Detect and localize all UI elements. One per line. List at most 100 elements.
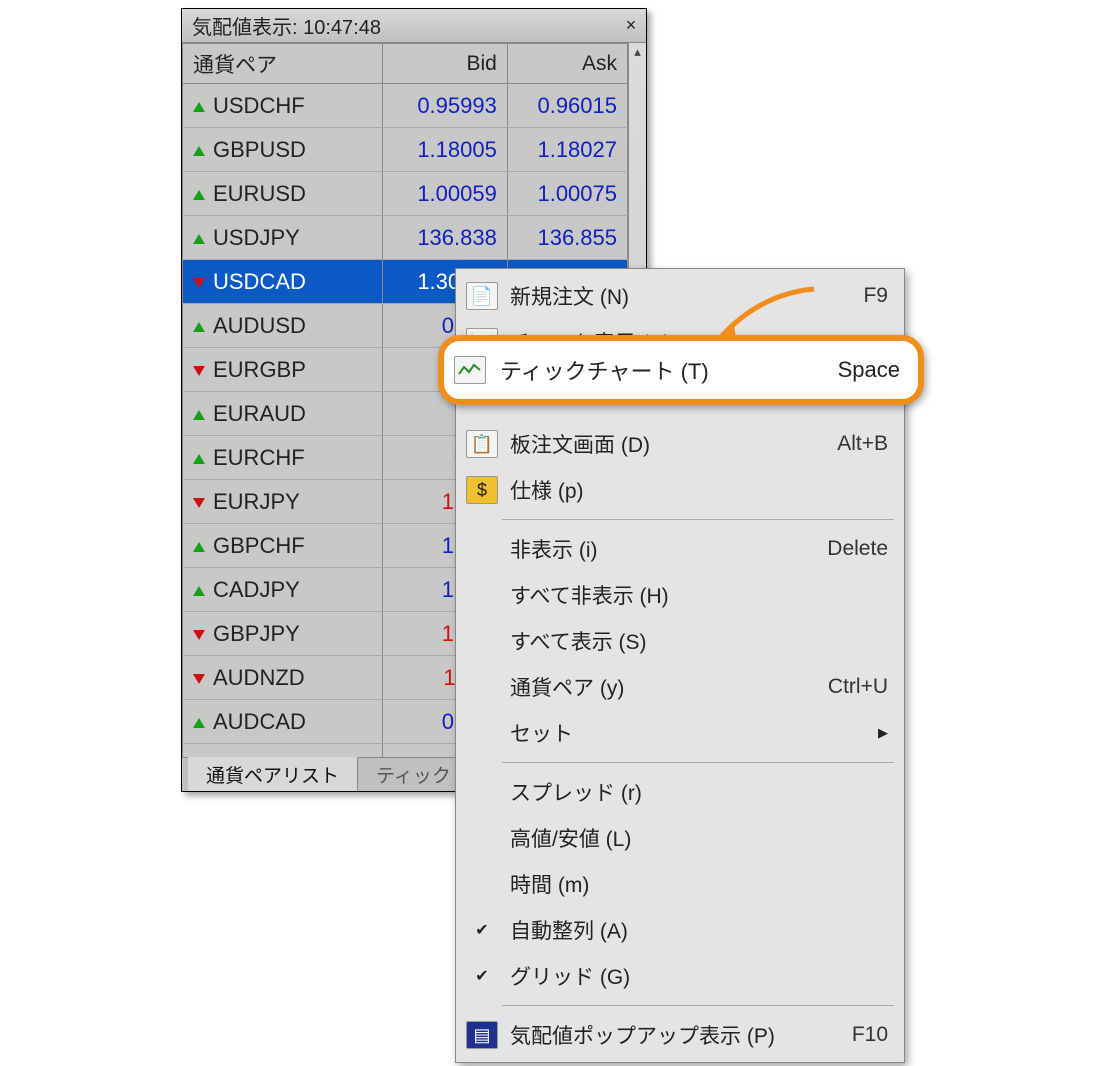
pair-symbol: USDCAD <box>213 269 306 294</box>
menu-item-label: 板注文画面 (D) <box>510 429 827 459</box>
arrow-down-icon <box>193 278 205 288</box>
menu-separator <box>502 1005 894 1006</box>
ask-cell: 0.96015 <box>507 84 627 128</box>
menu-item-label: すべて表示 (S) <box>510 626 878 656</box>
ask-cell: 1.18027 <box>507 128 627 172</box>
menu-item-label: 時間 (m) <box>510 869 878 899</box>
pair-symbol: GBPCHF <box>213 533 305 558</box>
bid-cell: 1.18005 <box>383 128 508 172</box>
menu-item-label: 気配値ポップアップ表示 (P) <box>510 1020 842 1050</box>
chevron-up-icon[interactable]: ▴ <box>629 43 646 61</box>
menu-item-label: 通貨ペア (y) <box>510 672 818 702</box>
arrow-up-icon <box>193 102 205 112</box>
chevron-right-icon: ▶ <box>878 725 888 741</box>
menu-item[interactable]: 時間 (m) <box>458 861 902 907</box>
arrow-up-icon <box>193 586 205 596</box>
highlight-accel: Space <box>838 357 900 383</box>
arrow-up-icon <box>193 454 205 464</box>
arrow-up-icon <box>193 718 205 728</box>
menu-item[interactable]: すべて表示 (S) <box>458 618 902 664</box>
pair-symbol: CADJPY <box>213 577 300 602</box>
arrow-down-icon <box>193 630 205 640</box>
menu-item[interactable]: すべて非表示 (H) <box>458 572 902 618</box>
menu-item[interactable]: グリッド (G) <box>458 953 902 999</box>
pair-symbol: AUDCAD <box>213 709 306 734</box>
menu-item-label: すべて非表示 (H) <box>510 580 878 610</box>
menu-item[interactable]: 自動整列 (A) <box>458 907 902 953</box>
arrow-down-icon <box>193 366 205 376</box>
menu-item-label: 自動整列 (A) <box>510 915 878 945</box>
menu-item[interactable]: 高値/安値 (L) <box>458 815 902 861</box>
bid-cell: 1.00059 <box>383 172 508 216</box>
ask-cell: 1.00075 <box>507 172 627 216</box>
highlight-tick-chart[interactable]: ティックチャート (T) Space <box>438 335 924 405</box>
close-icon[interactable]: × <box>620 15 642 37</box>
menu-item[interactable]: 📄新規注文 (N)F9 <box>458 273 902 319</box>
pair-symbol: GBPUSD <box>213 137 306 162</box>
arrow-down-icon <box>193 674 205 684</box>
menu-item-accel: F9 <box>863 284 888 308</box>
blank-icon <box>466 870 498 898</box>
spec-icon: $ <box>466 476 498 504</box>
pair-symbol: USDJPY <box>213 225 300 250</box>
menu-item[interactable]: ▤ 気配値ポップアップ表示 (P) F10 <box>458 1012 902 1058</box>
menu-item-label: 非表示 (i) <box>510 534 817 564</box>
col-pair[interactable]: 通貨ペア <box>183 44 383 84</box>
pair-symbol: AUDNZD <box>213 665 305 690</box>
panel-title: 気配値表示: 10:47:48 <box>192 11 620 40</box>
menu-item-label: 仕様 (p) <box>510 475 878 505</box>
table-row[interactable]: EURUSD 1.000591.00075 <box>183 172 628 216</box>
blank-icon <box>466 778 498 806</box>
bid-cell: 136.838 <box>383 216 508 260</box>
new-order-icon: 📄 <box>466 282 498 310</box>
blank-icon <box>466 535 498 563</box>
depth-icon: 📋 <box>466 430 498 458</box>
bid-cell: 0.95993 <box>383 84 508 128</box>
menu-item[interactable]: $ 仕様 (p) <box>458 467 902 513</box>
arrow-up-icon <box>193 542 205 552</box>
table-row[interactable]: GBPUSD 1.180051.18027 <box>183 128 628 172</box>
menu-item[interactable]: 非表示 (i) Delete <box>458 526 902 572</box>
table-header-row[interactable]: 通貨ペア Bid Ask <box>183 44 628 84</box>
menu-item[interactable]: 通貨ペア (y) Ctrl+U <box>458 664 902 710</box>
menu-item[interactable]: スプレッド (r) <box>458 769 902 815</box>
arrow-up-icon <box>193 322 205 332</box>
pair-symbol: EURCHF <box>213 445 305 470</box>
pair-symbol: EURAUD <box>213 401 306 426</box>
pair-symbol: AUDCHF <box>213 753 305 758</box>
menu-item[interactable]: 📋 板注文画面 (D) Alt+B <box>458 421 902 467</box>
menu-item-label: グリッド (G) <box>510 961 878 991</box>
blank-icon <box>466 719 498 747</box>
arrow-up-icon <box>193 410 205 420</box>
pair-symbol: USDCHF <box>213 93 305 118</box>
tab-tick[interactable]: ティック <box>358 758 470 791</box>
menu-item-accel: Alt+B <box>837 432 888 456</box>
col-bid[interactable]: Bid <box>383 44 508 84</box>
arrow-up-icon <box>193 190 205 200</box>
popup-icon: ▤ <box>466 1021 498 1049</box>
pointer-arrow-icon <box>704 284 824 364</box>
menu-separator <box>502 519 894 520</box>
menu-item-accel: Delete <box>827 537 888 561</box>
arrow-up-icon <box>193 234 205 244</box>
menu-item[interactable]: セット▶ <box>458 710 902 756</box>
col-ask[interactable]: Ask <box>507 44 627 84</box>
tab-pair-list[interactable]: 通貨ペアリスト <box>188 756 358 791</box>
pair-symbol: EURJPY <box>213 489 300 514</box>
blank-icon <box>466 824 498 852</box>
blank-icon <box>466 673 498 701</box>
pair-symbol: AUDUSD <box>213 313 306 338</box>
menu-item-accel: Ctrl+U <box>828 675 888 699</box>
pair-symbol: EURUSD <box>213 181 306 206</box>
tick-chart-icon <box>454 356 486 384</box>
arrow-down-icon <box>193 498 205 508</box>
menu-item-accel: F10 <box>852 1023 888 1047</box>
panel-titlebar[interactable]: 気配値表示: 10:47:48 × <box>182 9 646 43</box>
check-icon <box>466 962 498 990</box>
menu-separator <box>502 762 894 763</box>
arrow-up-icon <box>193 146 205 156</box>
table-row[interactable]: USDCHF 0.959930.96015 <box>183 84 628 128</box>
menu-item-label: スプレッド (r) <box>510 777 878 807</box>
pair-symbol: EURGBP <box>213 357 306 382</box>
table-row[interactable]: USDJPY136.838136.855 <box>183 216 628 260</box>
